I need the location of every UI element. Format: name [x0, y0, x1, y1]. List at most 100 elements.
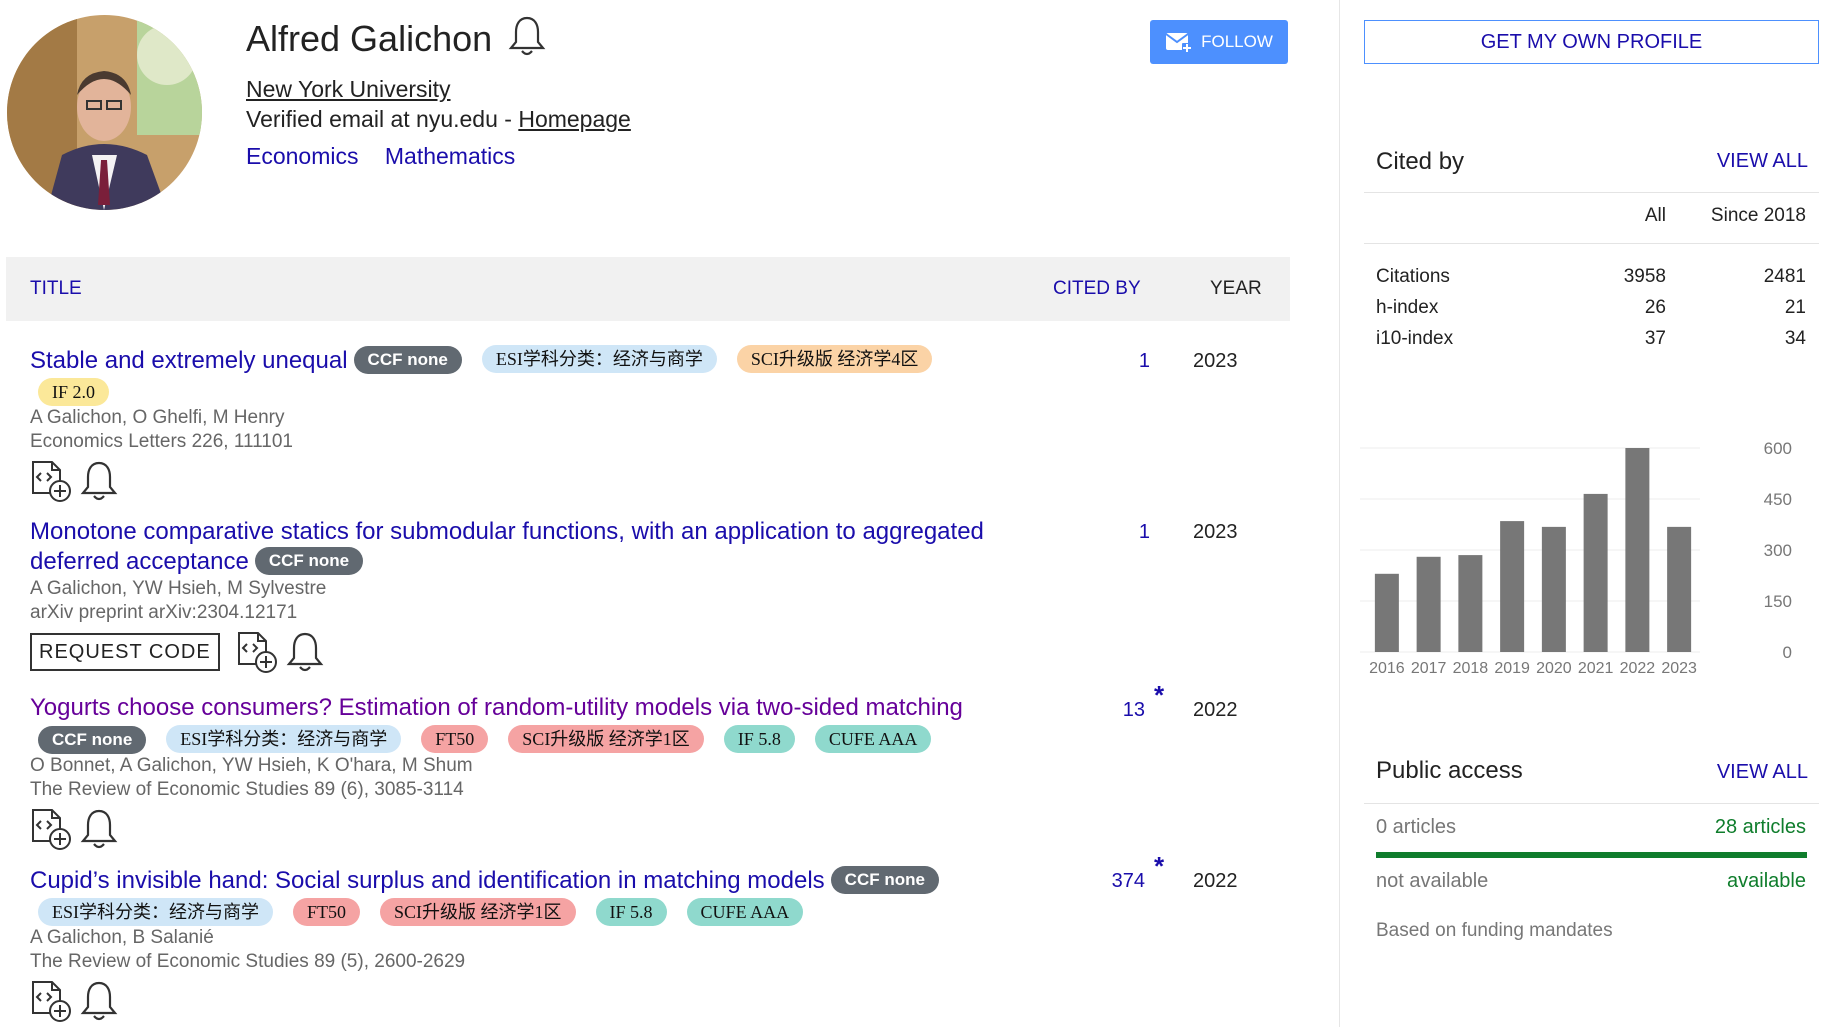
y-tick-label: 600 — [1764, 439, 1792, 458]
divider — [1364, 192, 1819, 193]
article-authors: A Galichon, O Ghelfi, M Henry — [30, 407, 285, 428]
not-available-label: not available — [1376, 870, 1489, 892]
request-code-button[interactable]: REQUEST CODE — [30, 633, 220, 671]
bell-icon[interactable] — [78, 459, 120, 503]
available-label: available — [1727, 870, 1806, 892]
sort-by-year[interactable]: YEAR — [1210, 278, 1262, 300]
stats-row: i10-index 37 34 — [1376, 323, 1806, 354]
profile-name: Alfred Galichon — [246, 18, 493, 59]
x-tick-label: 2022 — [1620, 660, 1656, 677]
chart-bar-2023[interactable] — [1667, 526, 1692, 652]
cited-by-count[interactable]: 13 — [1065, 699, 1145, 722]
public-access-labels: not available available — [1376, 870, 1806, 893]
x-tick-label: 2018 — [1453, 660, 1489, 677]
citations-per-year-chart: 0 150 300 450 600 2016 2017 2018 2019 2020 2021 202… — [1360, 439, 1792, 677]
ccf-badge: CCF none — [38, 726, 147, 754]
esi-badge: ESI学科分类：经济与商学 — [481, 345, 717, 373]
verified-email: Verified email at nyu.edu - Homepage — [246, 106, 631, 133]
article-title-link[interactable]: Stable and extremely unequal — [30, 347, 348, 374]
if-badge: IF 5.8 — [595, 898, 667, 926]
article-authors: A Galichon, B Salanié — [30, 927, 214, 948]
chart-bar-2019[interactable] — [1500, 521, 1525, 652]
column-divider — [1339, 0, 1340, 1027]
article-title-link[interactable]: Monotone comparative statics for submodu… — [30, 518, 984, 575]
x-tick-label: 2020 — [1536, 660, 1572, 677]
sort-by-title[interactable]: TITLE — [30, 278, 82, 300]
bell-icon[interactable] — [78, 807, 120, 851]
cited-by-count[interactable]: 1 — [1070, 350, 1150, 373]
article-venue: Economics Letters 226, 111101 — [30, 431, 293, 452]
interest-economics-link[interactable]: Economics — [246, 143, 358, 169]
public-access-title: Public access — [1376, 757, 1523, 784]
esi-badge: ESI学科分类：经济与商学 — [38, 898, 273, 926]
sort-by-cited[interactable]: CITED BY — [1053, 278, 1141, 300]
stat-since: 34 — [1784, 327, 1806, 349]
stat-all: 26 — [1644, 296, 1666, 318]
affiliation-link[interactable]: New York University — [246, 76, 451, 103]
follow-button[interactable]: FOLLOW — [1150, 20, 1288, 64]
not-available-count: 0 articles — [1376, 816, 1457, 838]
get-my-own-profile-button[interactable]: GET MY OWN PROFILE — [1364, 20, 1819, 64]
stat-all: 37 — [1644, 327, 1666, 349]
article-year: 2022 — [1193, 699, 1238, 721]
article-year: 2023 — [1193, 521, 1238, 543]
homepage-link[interactable]: Homepage — [518, 106, 631, 132]
add-code-icon[interactable] — [30, 807, 72, 851]
bell-icon[interactable] — [284, 630, 326, 674]
follow-label: FOLLOW — [1201, 32, 1273, 51]
profile-photo — [7, 15, 202, 210]
article-authors: A Galichon, YW Hsieh, M Sylvestre — [30, 578, 327, 599]
ccf-badge: CCF none — [353, 346, 462, 374]
merged-citations-star[interactable]: * — [1154, 680, 1164, 711]
stat-label: h-index — [1376, 296, 1439, 318]
chart-bar-2017[interactable] — [1416, 556, 1441, 652]
x-tick-label: 2021 — [1578, 660, 1614, 677]
follow-bell-icon[interactable] — [508, 14, 546, 58]
stats-row: h-index 26 21 — [1376, 292, 1806, 323]
available-count: 28 articles — [1714, 816, 1806, 838]
research-interests: Economics Mathematics — [246, 143, 535, 170]
chart-bar-2021[interactable] — [1583, 493, 1608, 652]
merged-citations-star[interactable]: * — [1154, 851, 1164, 882]
add-code-icon[interactable] — [30, 459, 72, 503]
x-tick-label: 2017 — [1411, 660, 1447, 677]
cufe-badge: CUFE AAA — [686, 898, 804, 926]
chart-bar-2018[interactable] — [1458, 555, 1483, 652]
cited-by-view-all-link[interactable]: VIEW ALL — [1717, 150, 1808, 173]
chart-bar-2022[interactable] — [1625, 448, 1650, 652]
stat-since: 2481 — [1763, 265, 1806, 287]
ft50-badge: FT50 — [421, 725, 489, 753]
x-tick-label: 2019 — [1494, 660, 1530, 677]
add-code-icon[interactable] — [236, 630, 278, 674]
stat-label: Citations — [1376, 265, 1450, 287]
funding-mandates-note: Based on funding mandates — [1376, 920, 1613, 941]
y-tick-label: 300 — [1764, 541, 1792, 560]
public-access-view-all-link[interactable]: VIEW ALL — [1717, 761, 1808, 784]
article-venue: The Review of Economic Studies 89 (6), 3… — [30, 779, 464, 800]
public-access-bar — [1376, 852, 1807, 858]
esi-badge: ESI学科分类：经济与商学 — [166, 725, 402, 753]
if-badge: IF 2.0 — [38, 378, 110, 406]
add-code-icon[interactable] — [30, 979, 72, 1023]
y-tick-label: 450 — [1764, 490, 1792, 509]
article-title-link[interactable]: Cupid’s invisible hand: Social surplus a… — [30, 867, 825, 894]
interest-mathematics-link[interactable]: Mathematics — [385, 143, 515, 169]
cited-by-count[interactable]: 374 — [1065, 870, 1145, 893]
article-authors: O Bonnet, A Galichon, YW Hsieh, K O'hara… — [30, 755, 473, 776]
if-badge: IF 5.8 — [723, 725, 795, 753]
cited-by-count[interactable]: 1 — [1070, 521, 1150, 544]
stat-since: 21 — [1784, 296, 1806, 318]
articles-table-header: TITLE CITED BY YEAR — [6, 257, 1290, 321]
article-title-link[interactable]: Yogurts choose consumers? Estimation of … — [30, 694, 963, 721]
chart-bar-2016[interactable] — [1374, 573, 1399, 652]
stat-label: i10-index — [1376, 327, 1454, 349]
stat-all: 3958 — [1623, 265, 1666, 287]
ccf-badge: CCF none — [254, 547, 364, 575]
col-since-header: Since 2018 — [1710, 205, 1806, 226]
citation-stats-table: All Since 2018 Citations 3958 2481 h-ind… — [1376, 205, 1806, 354]
bell-icon[interactable] — [78, 979, 120, 1023]
divider — [1364, 803, 1819, 804]
col-all-header: All — [1644, 205, 1666, 226]
y-tick-label: 150 — [1764, 592, 1792, 611]
chart-bar-2020[interactable] — [1541, 526, 1566, 652]
